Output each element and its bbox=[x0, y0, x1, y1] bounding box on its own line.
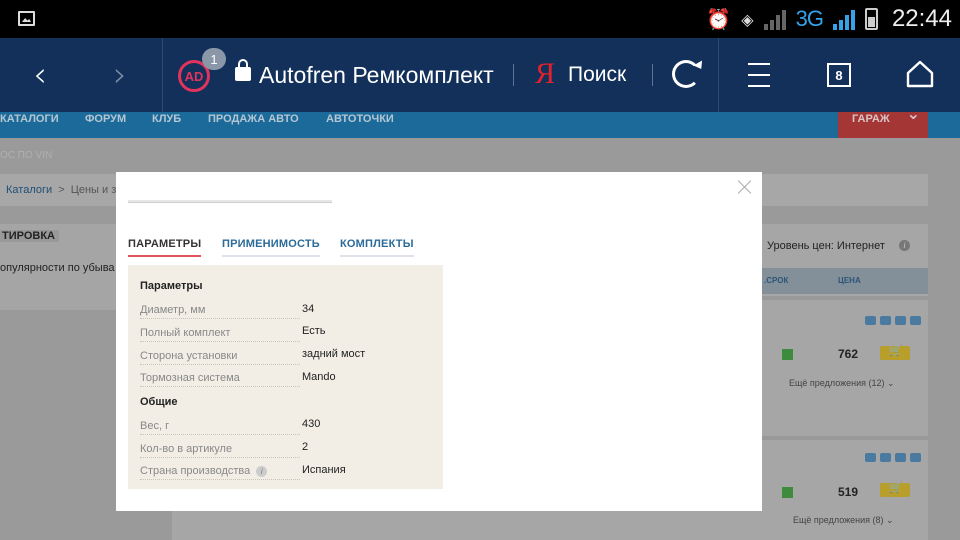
param-label-country: Страна производства i bbox=[140, 465, 300, 480]
param-label: Кол-во в артикуле bbox=[140, 443, 300, 458]
row-divider bbox=[762, 296, 928, 300]
breadcrumb-catalogs[interactable]: Каталоги bbox=[6, 184, 52, 196]
cart-icon[interactable] bbox=[880, 344, 910, 360]
address-bar-title[interactable]: Autofren Ремкомплект bbox=[259, 62, 509, 89]
toolbar-divider bbox=[162, 38, 163, 112]
tab-kits[interactable]: КОМПЛЕКТЫ bbox=[340, 238, 414, 257]
product-details-modal: ПАРАМЕТРЫ ПРИМЕНИМОСТЬ КОМПЛЕКТЫ Парамет… bbox=[116, 172, 762, 511]
param-value: Есть bbox=[302, 325, 326, 337]
more-offers-link[interactable]: Ещё предложения (8) ⌄ bbox=[793, 515, 894, 526]
battery-icon bbox=[864, 8, 878, 30]
param-value: Испания bbox=[302, 464, 346, 476]
toolbar-divider bbox=[718, 38, 719, 112]
garage-button[interactable]: ГАРАЖ bbox=[838, 108, 928, 138]
site-navigation: КАТАЛОГИ ФОРУМ КЛУБ ПРОДАЖА АВТО АВТОТОЧ… bbox=[0, 108, 960, 138]
network-type: 3G bbox=[795, 6, 824, 31]
nav-service-points[interactable]: АВТОТОЧКИ bbox=[326, 112, 394, 138]
availability-indicator bbox=[782, 349, 793, 360]
tab-parameters[interactable]: ПАРАМЕТРЫ bbox=[128, 238, 202, 257]
param-label: Полный комплект bbox=[140, 327, 300, 342]
param-value: задний мост bbox=[302, 348, 366, 360]
chevron-right-icon: › bbox=[113, 55, 127, 95]
back-button[interactable]: ‹ bbox=[0, 38, 80, 112]
tabs-count-button[interactable]: 8 bbox=[827, 63, 851, 87]
nav-club[interactable]: КЛУБ bbox=[152, 112, 181, 138]
vin-search-link[interactable]: ОС ПО VIN bbox=[0, 150, 52, 161]
menu-icon[interactable] bbox=[748, 63, 770, 87]
param-value: 34 bbox=[302, 303, 315, 315]
lock-icon bbox=[235, 59, 251, 81]
parameters-panel: Параметры Диаметр, мм 34 Полный комплект… bbox=[128, 265, 443, 489]
breadcrumb-separator: > bbox=[58, 184, 65, 196]
nav-catalogs[interactable]: КАТАЛОГИ bbox=[0, 112, 59, 138]
offer-price: 762 bbox=[838, 347, 859, 361]
param-label: Вес, г bbox=[140, 420, 300, 435]
nav-car-sales[interactable]: ПРОДАЖА АВТО bbox=[208, 112, 299, 138]
forward-button[interactable]: › bbox=[80, 38, 160, 112]
availability-indicator bbox=[782, 487, 793, 498]
status-bar: ⏰ ◈ 3G 22:44 bbox=[0, 0, 960, 38]
browser-toolbar: ‹ › AD 1 Autofren Ремкомплект Я Поиск 8 bbox=[0, 38, 960, 112]
row-divider bbox=[762, 436, 928, 440]
param-label: Диаметр, мм bbox=[140, 304, 300, 319]
row-action-icons[interactable] bbox=[865, 453, 921, 462]
sort-title: ТИРОВКА bbox=[0, 230, 59, 242]
home-icon[interactable] bbox=[906, 60, 934, 88]
more-offers-link[interactable]: Ещё предложения (12) ⌄ bbox=[789, 378, 895, 389]
address-divider bbox=[513, 64, 514, 86]
nav-forum[interactable]: ФОРУМ bbox=[85, 112, 126, 138]
param-value: 430 bbox=[302, 418, 321, 430]
mobile-signal-icon bbox=[832, 8, 855, 30]
param-value: 2 bbox=[302, 441, 309, 453]
param-label: Страна производства bbox=[140, 465, 251, 477]
signal-icon bbox=[763, 8, 786, 30]
search-button[interactable]: Поиск bbox=[568, 63, 626, 87]
search-divider bbox=[652, 64, 653, 86]
status-icons: ⏰ ◈ 3G 22:44 bbox=[706, 0, 952, 38]
header-term: .СРОК bbox=[764, 276, 789, 285]
modal-title-placeholder bbox=[128, 200, 332, 203]
info-icon[interactable]: i bbox=[899, 240, 910, 251]
breadcrumb-current: Цены и за bbox=[70, 184, 123, 196]
price-level-label: Уровень цен: Интернет bbox=[767, 240, 885, 252]
adblock-count-badge: 1 bbox=[202, 48, 226, 70]
param-label: Тормозная система bbox=[140, 372, 300, 387]
header-price: ЦЕНА bbox=[838, 276, 861, 285]
offer-price: 519 bbox=[838, 485, 859, 499]
row-action-icons[interactable] bbox=[865, 316, 921, 325]
param-value: Mando bbox=[302, 371, 336, 383]
param-label: Сторона установки bbox=[140, 350, 300, 365]
clock: 22:44 bbox=[891, 5, 952, 32]
cart-icon[interactable] bbox=[880, 481, 910, 497]
info-icon[interactable]: i bbox=[256, 466, 268, 477]
wifi-icon: ◈ bbox=[741, 9, 754, 29]
reload-icon[interactable] bbox=[672, 60, 700, 88]
yandex-logo[interactable]: Я bbox=[535, 57, 555, 91]
group-title-parameters: Параметры bbox=[140, 280, 203, 292]
table-header: .СРОК ЦЕНА bbox=[762, 268, 928, 294]
close-icon[interactable] bbox=[738, 180, 752, 194]
tab-applicability[interactable]: ПРИМЕНИМОСТЬ bbox=[222, 238, 320, 257]
sort-select[interactable]: опулярности по убыва bbox=[0, 262, 115, 274]
chevron-left-icon: ‹ bbox=[33, 55, 47, 95]
alarm-icon: ⏰ bbox=[706, 7, 732, 31]
group-title-general: Общие bbox=[140, 396, 178, 408]
image-notification-icon bbox=[18, 11, 35, 26]
